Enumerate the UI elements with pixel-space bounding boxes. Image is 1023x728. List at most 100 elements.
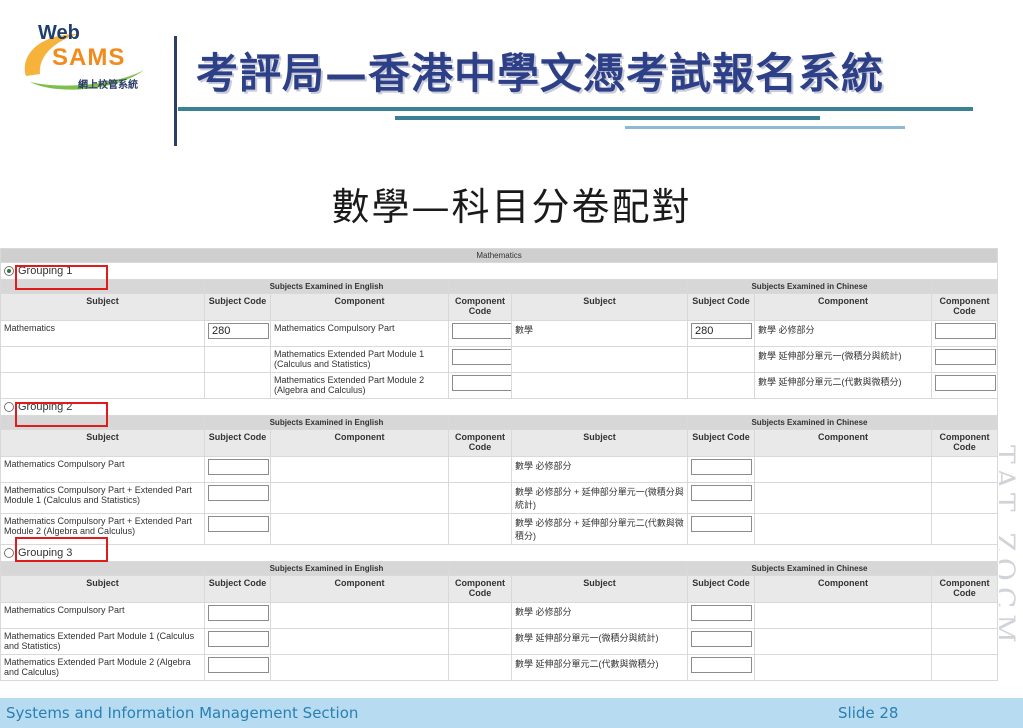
en-component-code-cell bbox=[448, 628, 512, 655]
cn-component-code-cell bbox=[930, 456, 999, 483]
en-component-code-cell bbox=[448, 346, 512, 373]
cn-subject-code-cell bbox=[687, 482, 755, 514]
column-header-subject-code: Subject Code bbox=[204, 575, 271, 603]
en-subject-cell: Mathematics Compulsory Part + Extended P… bbox=[0, 513, 205, 545]
table-row: Mathematics Extended Part Module 1 (Calc… bbox=[0, 346, 999, 373]
column-header-row: Subject Subject Code Component Component Co… bbox=[0, 575, 999, 603]
grouping-label: Grouping 2 bbox=[18, 401, 73, 413]
watermark-text: TAT ZOCM bbox=[999, 445, 1021, 649]
section-english: Subjects Examined in English bbox=[204, 279, 449, 294]
en-component-code-input[interactable] bbox=[452, 375, 511, 391]
en-component-cell: Mathematics Extended Part Module 2 (Alge… bbox=[270, 372, 449, 399]
cn-component-code-cell bbox=[930, 602, 999, 629]
cn-component-cell: 數學 延伸部分單元一(微積分與統計) bbox=[754, 346, 932, 373]
section-header-row: Subjects Examined in English Subjects Exa… bbox=[0, 279, 999, 294]
en-subject-code-cell bbox=[204, 654, 271, 681]
column-header-row: Subject Subject Code Component Component Co… bbox=[0, 293, 999, 321]
section-english: Subjects Examined in English bbox=[204, 415, 449, 430]
en-subject-cell bbox=[0, 346, 205, 373]
en-subject-code-cell: 280 bbox=[204, 320, 271, 347]
section-chinese: Subjects Examined in Chinese bbox=[687, 279, 932, 294]
cn-subject-code-input[interactable] bbox=[691, 657, 752, 673]
en-subject-code-cell bbox=[204, 456, 271, 483]
cn-subject-code-input[interactable] bbox=[691, 605, 752, 621]
grouping-option[interactable]: Grouping 2 bbox=[0, 398, 999, 416]
cn-subject-code-cell bbox=[687, 372, 755, 399]
grouping-label: Grouping 1 bbox=[18, 265, 73, 277]
cn-component-code-cell bbox=[930, 628, 999, 655]
en-component-code-cell bbox=[448, 372, 512, 399]
en-component-code-cell bbox=[448, 320, 512, 347]
cn-subject-code-input[interactable]: 280 bbox=[691, 323, 752, 339]
column-header-subject: Subject bbox=[0, 429, 205, 457]
table-row: Mathematics 280 Mathematics Compulsory Par… bbox=[0, 320, 999, 347]
section-chinese: Subjects Examined in Chinese bbox=[687, 561, 932, 576]
column-header-subject: Subject bbox=[511, 429, 688, 457]
en-subject-code-input[interactable] bbox=[208, 485, 269, 501]
footer-slide-number: Slide 28 bbox=[838, 704, 899, 722]
section-chinese: Subjects Examined in Chinese bbox=[687, 415, 932, 430]
en-subject-code-cell bbox=[204, 628, 271, 655]
en-subject-cell: Mathematics Compulsory Part bbox=[0, 602, 205, 629]
cn-subject-code-input[interactable] bbox=[691, 516, 752, 532]
cn-subject-code-input[interactable] bbox=[691, 485, 752, 501]
blank-cell bbox=[930, 561, 999, 576]
cn-subject-cell: 數學 必修部分 bbox=[511, 602, 688, 629]
grouping-radio[interactable] bbox=[4, 402, 14, 412]
cn-component-code-cell bbox=[930, 654, 999, 681]
cn-subject-code-input[interactable] bbox=[691, 631, 752, 647]
en-subject-code-cell bbox=[204, 372, 271, 399]
column-header-subject-code: Subject Code bbox=[204, 293, 271, 321]
blank-cell bbox=[448, 415, 688, 430]
grouping-row: Grouping 2 bbox=[0, 398, 999, 416]
en-component-cell bbox=[270, 628, 449, 655]
cn-subject-code-cell bbox=[687, 628, 755, 655]
column-header-subject: Subject bbox=[0, 575, 205, 603]
en-component-cell: Mathematics Compulsory Part bbox=[270, 320, 449, 347]
cn-subject-cell: 數學 必修部分 + 延伸部分單元一(微積分與統計) bbox=[511, 482, 688, 514]
subject-bar: Mathematics bbox=[0, 248, 999, 263]
en-component-code-cell bbox=[448, 602, 512, 629]
en-component-code-cell bbox=[448, 456, 512, 483]
cn-subject-code-cell bbox=[687, 602, 755, 629]
en-subject-code-input[interactable] bbox=[208, 631, 269, 647]
cn-subject-cell: 數學 延伸部分單元二(代數與微積分) bbox=[511, 654, 688, 681]
cn-subject-code-cell bbox=[687, 456, 755, 483]
table-row: Mathematics Extended Part Module 1 (Calc… bbox=[0, 628, 999, 655]
cn-subject-cell: 數學 必修部分 + 延伸部分單元二(代數與微積分) bbox=[511, 513, 688, 545]
logo-web-text: Web bbox=[38, 22, 80, 44]
grouping-row: Grouping 1 bbox=[0, 262, 999, 280]
cn-subject-code-input[interactable] bbox=[691, 459, 752, 475]
en-subject-code-input[interactable] bbox=[208, 459, 269, 475]
cn-component-code-cell bbox=[930, 513, 999, 545]
cn-component-code-input[interactable] bbox=[935, 349, 996, 365]
grouping-option[interactable]: Grouping 3 bbox=[0, 544, 999, 562]
en-subject-code-input[interactable] bbox=[208, 516, 269, 532]
logo-sams-text: SAMS bbox=[52, 44, 126, 71]
en-subject-code-input[interactable] bbox=[208, 605, 269, 621]
en-component-cell bbox=[270, 456, 449, 483]
en-component-code-input[interactable] bbox=[452, 349, 511, 365]
column-header-component-code: Component Code bbox=[930, 429, 999, 457]
column-header-subject-code: Subject Code bbox=[204, 429, 271, 457]
en-component-cell bbox=[270, 654, 449, 681]
cn-subject-cell bbox=[511, 372, 688, 399]
column-header-component: Component bbox=[754, 293, 932, 321]
en-subject-code-input[interactable]: 280 bbox=[208, 323, 269, 339]
en-component-code-input[interactable] bbox=[452, 323, 511, 339]
en-subject-code-input[interactable] bbox=[208, 657, 269, 673]
cn-component-code-input[interactable] bbox=[935, 375, 996, 391]
grouping-option[interactable]: Grouping 1 bbox=[0, 262, 999, 280]
cn-subject-cell: 數學 延伸部分單元一(微積分與統計) bbox=[511, 628, 688, 655]
grouping-radio[interactable] bbox=[4, 266, 14, 276]
cn-subject-code-cell: 280 bbox=[687, 320, 755, 347]
column-header-subject-code: Subject Code bbox=[687, 575, 755, 603]
column-header-component: Component bbox=[270, 293, 449, 321]
en-subject-code-cell bbox=[204, 346, 271, 373]
column-header-component-code: Component Code bbox=[448, 575, 512, 603]
en-component-cell: Mathematics Extended Part Module 1 (Calc… bbox=[270, 346, 449, 373]
header-divider bbox=[174, 36, 177, 146]
blank-cell bbox=[930, 279, 999, 294]
grouping-radio[interactable] bbox=[4, 548, 14, 558]
cn-component-code-input[interactable] bbox=[935, 323, 996, 339]
